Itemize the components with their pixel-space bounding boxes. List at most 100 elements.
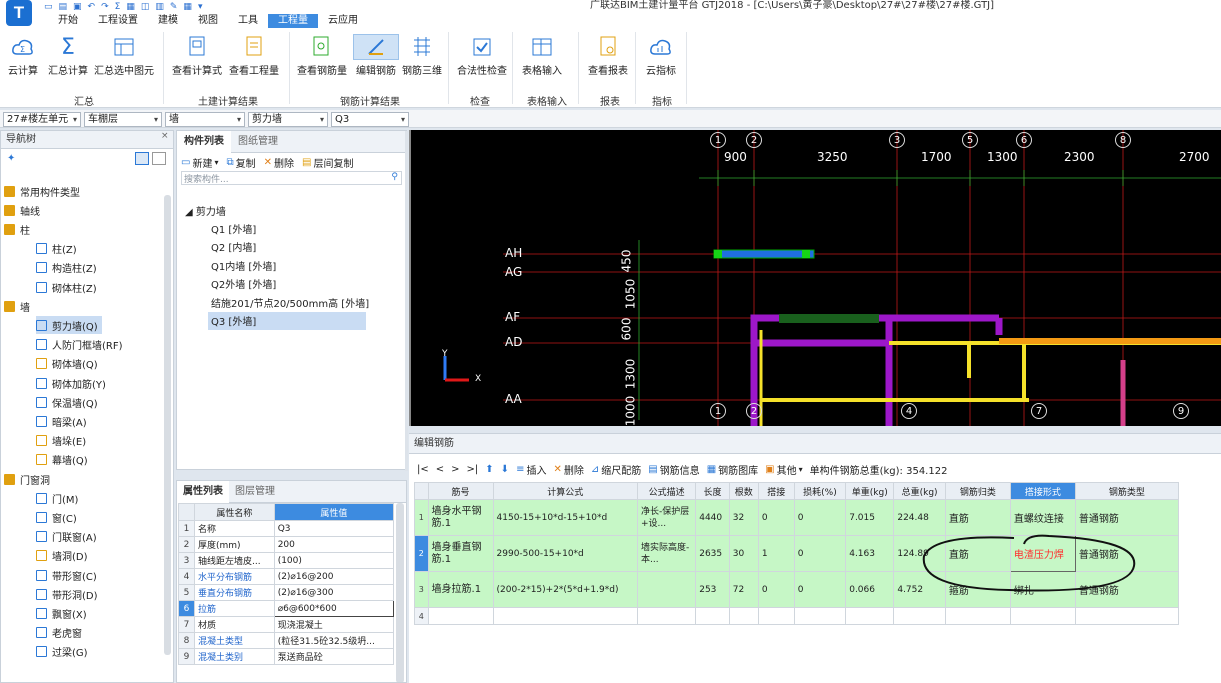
table-cell-count[interactable]: 30 <box>728 535 759 572</box>
edit-rebar-button[interactable]: 编辑钢筋 <box>353 34 399 77</box>
component-item[interactable]: Q2外墙 [外墙] <box>208 275 276 293</box>
copy-button[interactable]: ⧉ 复制 <box>226 155 255 170</box>
nav-tree-item[interactable]: 老虎窗 <box>36 624 86 642</box>
component-group[interactable]: ◢ 剪力墙 <box>185 203 226 218</box>
property-row[interactable]: 3 轴线距左墙皮... (100) <box>178 552 395 569</box>
nav-tree-item[interactable]: 砌体墙(Q) <box>36 355 102 373</box>
tab-component-list[interactable]: 构件列表 <box>177 130 231 153</box>
column-header[interactable]: 搭接 <box>757 482 795 500</box>
column-header[interactable]: 钢筋归类 <box>944 482 1011 500</box>
last-record-button[interactable]: >| <box>467 464 479 475</box>
nav-tree-item[interactable]: 暗梁(A) <box>36 412 91 430</box>
summary-calc-button[interactable]: Σ 汇总计算 <box>48 34 88 78</box>
column-header[interactable]: 计算公式 <box>492 482 638 500</box>
rebar-3d-button[interactable]: 钢筋三维 <box>402 34 442 77</box>
table-cell-total[interactable] <box>893 607 946 625</box>
chart-icon[interactable]: ▥ <box>155 2 164 12</box>
table-cell-count[interactable]: 32 <box>728 499 759 536</box>
property-row[interactable]: 9 混凝土类别 泵送商品砼 <box>178 648 395 665</box>
nav-tree-item[interactable]: 常用构件类型 <box>4 182 84 200</box>
cad-canvas[interactable]: 1 2 3 5 6 8 900 3250 1700 1300 2300 2700 AH AG AF AD AA 4… <box>409 130 1221 426</box>
table-cell-name[interactable] <box>427 607 494 625</box>
sum-icon[interactable]: Σ <box>115 2 121 12</box>
summary-selected-button[interactable]: 汇总选中图元 <box>94 34 154 77</box>
table-cell-lapform[interactable] <box>1009 607 1076 625</box>
nav-tree-item[interactable]: 带形洞(D) <box>36 585 102 603</box>
nav-scrollbar[interactable] <box>164 195 171 655</box>
first-record-button[interactable]: |< <box>417 464 429 475</box>
pin-icon[interactable]: ✦ <box>7 153 15 164</box>
table-cell-loss[interactable]: 0 <box>793 571 847 608</box>
open-icon[interactable]: ▤ <box>59 2 68 12</box>
nav-tree-item[interactable]: 墙垛(E) <box>36 432 90 450</box>
nav-tree-item[interactable]: 墙洞(D) <box>36 547 92 565</box>
table-cell-unit[interactable]: 4.163 <box>845 535 895 572</box>
table-cell-formula[interactable] <box>492 607 638 625</box>
table-cell-desc[interactable]: 净长-保护层+设... <box>636 499 697 536</box>
move-down-icon[interactable]: ⬇ <box>501 464 509 475</box>
cloud-calc-button[interactable]: Σ 云计算 <box>8 34 38 77</box>
new-icon[interactable]: ▭ <box>44 2 53 12</box>
property-row[interactable]: 7 材质 现浇混凝土 <box>178 616 395 633</box>
prev-record-button[interactable]: < <box>436 464 444 475</box>
table-cell-loss[interactable]: 0 <box>793 499 847 536</box>
next-record-button[interactable]: > <box>451 464 459 475</box>
report-icon[interactable]: ▦ <box>126 2 135 12</box>
tab-tools[interactable]: 工具 <box>228 14 268 28</box>
column-header[interactable]: 钢筋类型 <box>1074 482 1180 500</box>
table-cell-lap[interactable]: 1 <box>757 535 795 572</box>
tab-quantities[interactable]: 工程量 <box>268 14 318 28</box>
insert-button[interactable]: ≡ 插入 <box>516 462 546 477</box>
nav-tree-item[interactable]: 砌体柱(Z) <box>36 278 101 296</box>
tab-property-list[interactable]: 属性列表 <box>177 481 229 503</box>
property-value[interactable]: (100) <box>273 552 395 569</box>
view-icon[interactable]: ◫ <box>141 2 150 12</box>
table-cell-name[interactable]: 墙身拉筋.1 <box>427 571 494 608</box>
component-search[interactable]: 搜索构件... ⚲ <box>181 171 402 185</box>
type-select[interactable]: 剪力墙 ▾ <box>248 112 328 127</box>
floor-copy-button[interactable]: ▤ 层间复制 <box>302 155 353 170</box>
column-header[interactable]: 总重(kg) <box>893 482 946 500</box>
property-scrollbar[interactable] <box>396 503 404 682</box>
table-cell-name[interactable]: 墙身水平钢筋.1 <box>427 499 494 536</box>
table-cell-length[interactable]: 4440 <box>695 499 730 536</box>
scale-rebar-button[interactable]: ⊿ 缩尺配筋 <box>591 462 641 477</box>
table-cell-lap[interactable] <box>757 607 795 625</box>
validity-check-button[interactable]: 合法性检查 <box>457 34 507 77</box>
property-value[interactable]: 200 <box>273 536 395 553</box>
move-up-icon[interactable]: ⬆ <box>485 464 493 475</box>
view-rebar-button[interactable]: 查看钢筋量 <box>297 34 347 77</box>
tab-layer-management[interactable]: 图层管理 <box>229 481 281 503</box>
table-cell-formula[interactable]: 2990-500-15+10*d <box>492 535 638 572</box>
column-header[interactable]: 损耗(%) <box>793 482 847 500</box>
table-cell-length[interactable]: 2635 <box>695 535 730 572</box>
nav-tree-item[interactable]: 柱 <box>4 220 34 238</box>
table-cell-lap[interactable]: 0 <box>757 571 795 608</box>
column-header[interactable]: 单重(kg) <box>845 482 895 500</box>
other-button[interactable]: ▣ 其他 ▾ <box>765 462 802 477</box>
property-value[interactable]: (2)⌀16@300 <box>273 584 395 601</box>
table-cell-desc[interactable]: 墙实际高度-本... <box>636 535 697 572</box>
column-header[interactable]: 搭接形式 <box>1009 482 1076 500</box>
table-cell-count[interactable]: 72 <box>728 571 759 608</box>
customize-icon[interactable]: ▾ <box>198 2 203 12</box>
table-cell-desc[interactable] <box>636 571 697 608</box>
nav-tree-item[interactable]: 砌体加筋(Y) <box>36 374 110 392</box>
table-cell-loss[interactable]: 0 <box>793 535 847 572</box>
tab-project-settings[interactable]: 工程设置 <box>88 14 148 28</box>
nav-tree-item[interactable]: 剪力墙(Q) <box>36 316 102 335</box>
nav-tree-item[interactable]: 飘窗(X) <box>36 604 91 622</box>
column-header[interactable]: 筋号 <box>427 482 494 500</box>
category-select[interactable]: 墙 ▾ <box>165 112 245 127</box>
column-header[interactable]: 长度 <box>695 482 730 500</box>
nav-tree-item[interactable]: 窗(C) <box>36 508 81 526</box>
floor-select[interactable]: 车棚层 ▾ <box>84 112 162 127</box>
component-item[interactable]: Q2 [内墙] <box>208 238 256 256</box>
component-item[interactable]: Q1内墙 [外墙] <box>208 256 276 274</box>
property-row[interactable]: 6 拉筋 ⌀6@600*600 <box>178 600 395 617</box>
property-value[interactable]: 现浇混凝土 <box>273 616 395 633</box>
save-icon[interactable]: ▣ <box>73 2 82 12</box>
building-select[interactable]: 27#楼左单元 ▾ <box>3 112 81 127</box>
close-icon[interactable]: × <box>161 131 169 141</box>
component-item[interactable]: Q1 [外墙] <box>208 219 256 237</box>
